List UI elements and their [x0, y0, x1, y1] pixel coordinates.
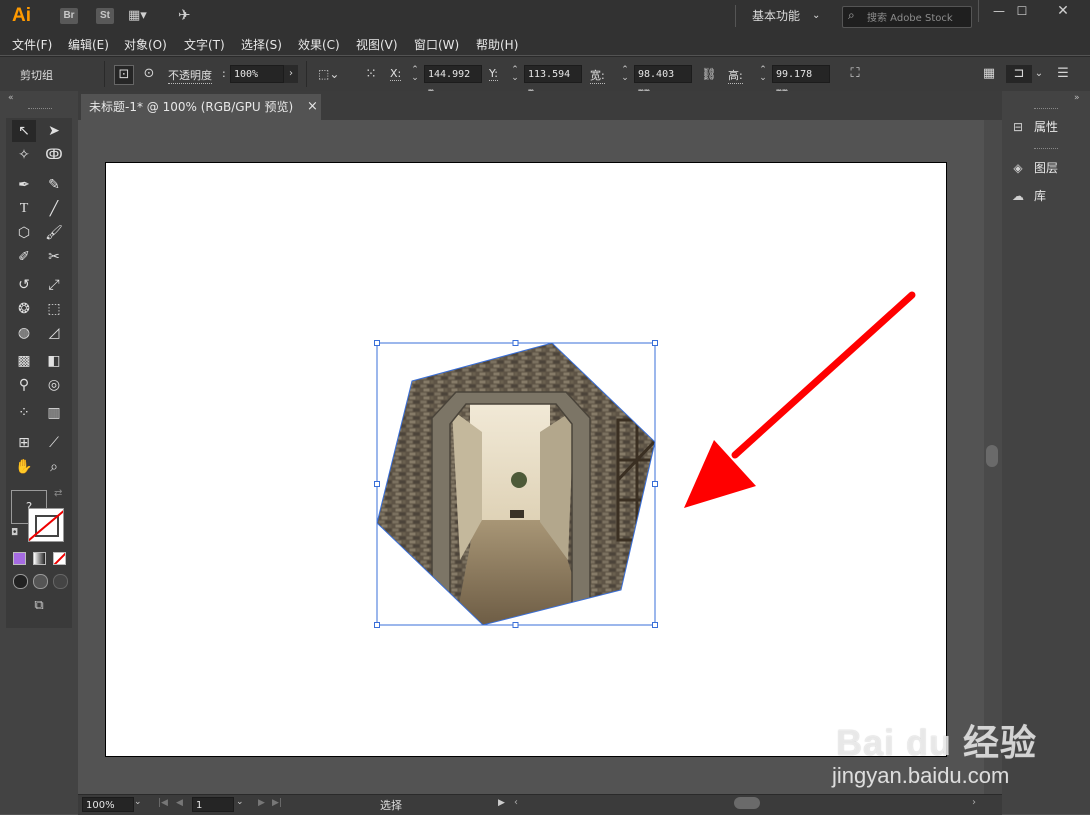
- annotation-arrow-shaft: [731, 291, 916, 459]
- properties-icon: ⊟: [1012, 120, 1024, 134]
- bonsai-tree: [511, 472, 527, 488]
- scroll-right-icon[interactable]: ›: [972, 797, 976, 808]
- scroll-left-icon[interactable]: ‹: [514, 797, 518, 808]
- panel-grip[interactable]: [1034, 148, 1058, 151]
- expand-panels-icon[interactable]: »: [1074, 93, 1080, 103]
- last-artboard-icon[interactable]: ▶|: [272, 798, 282, 808]
- vertical-scroll-thumb[interactable]: [986, 445, 998, 467]
- baidu-jingyan-watermark-logo: Bai du 经验: [836, 722, 1038, 763]
- libraries-label: 库: [1034, 189, 1047, 203]
- zoom-field[interactable]: 100%: [82, 797, 134, 812]
- layers-label: 图层: [1034, 161, 1059, 175]
- panel-grip[interactable]: [1034, 108, 1058, 111]
- layers-panel-tab[interactable]: ◈ 图层: [1008, 156, 1080, 180]
- chevron-down-icon[interactable]: ⌄: [236, 797, 244, 807]
- bonsai-pot: [510, 510, 524, 518]
- layers-icon: ◈: [1013, 161, 1023, 175]
- properties-label: 属性: [1034, 120, 1059, 134]
- libraries-panel-tab[interactable]: ☁ 库: [1008, 184, 1080, 208]
- horizontal-scroll-thumb[interactable]: [734, 797, 760, 809]
- baidu-jingyan-watermark-url: jingyan.baidu.com: [832, 763, 1010, 788]
- status-bar: 100% ⌄ |◀ ◀ 1 ⌄ ▶ ▶| 选择 ▶ ‹ ›: [78, 794, 1002, 815]
- first-artboard-icon[interactable]: |◀: [158, 798, 168, 808]
- clipped-photo[interactable]: [370, 340, 660, 630]
- status-menu-icon[interactable]: ▶: [498, 798, 505, 808]
- next-artboard-icon[interactable]: ▶: [258, 798, 265, 808]
- current-tool-status: 选择: [380, 799, 402, 812]
- properties-panel-tab[interactable]: ⊟ 属性: [1008, 115, 1080, 139]
- creative-cloud-libraries-icon: ☁: [1012, 189, 1024, 203]
- artwork-overlay: [370, 291, 916, 630]
- previous-artboard-icon[interactable]: ◀: [176, 798, 183, 808]
- artboard-number-field[interactable]: 1: [192, 797, 234, 812]
- chevron-down-icon[interactable]: ⌄: [134, 797, 142, 807]
